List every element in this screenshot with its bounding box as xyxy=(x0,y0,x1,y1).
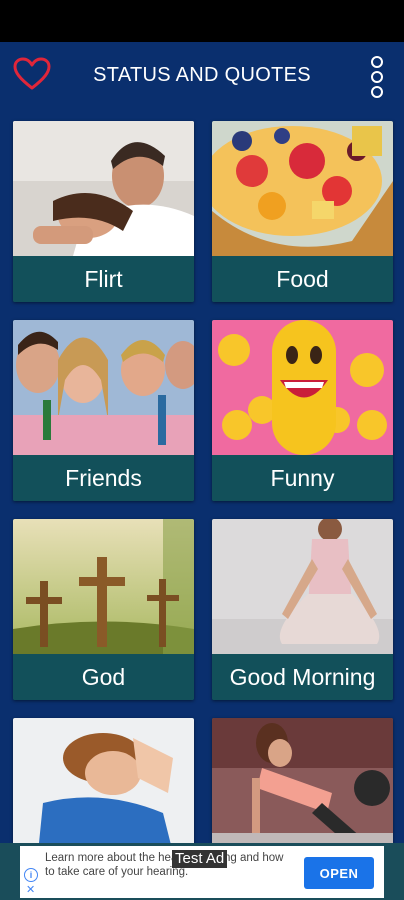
ad-open-button[interactable]: OPEN xyxy=(304,857,374,889)
good-morning-image xyxy=(212,519,393,654)
friends-image xyxy=(13,320,194,455)
app-bar: STATUS AND QUOTES xyxy=(0,42,404,108)
ad-content[interactable]: i ✕ Learn more about the healthy hearing… xyxy=(20,846,384,898)
category-label: Funny xyxy=(212,455,393,501)
category-label: Food xyxy=(212,256,393,302)
category-card-flirt[interactable]: Flirt xyxy=(13,121,194,302)
category-card-friends[interactable]: Friends xyxy=(13,320,194,501)
more-vert-icon[interactable] xyxy=(370,56,384,98)
category-label: Good Morning xyxy=(212,654,393,700)
ad-info-icon[interactable]: i xyxy=(24,868,38,882)
god-image xyxy=(13,519,194,654)
category-card-good-morning[interactable]: Good Morning xyxy=(212,519,393,700)
ad-banner: i ✕ Learn more about the healthy hearing… xyxy=(0,843,404,900)
status-bar xyxy=(0,0,404,42)
category-image xyxy=(212,718,393,853)
food-image xyxy=(212,121,393,256)
ad-close-icon[interactable]: ✕ xyxy=(26,883,35,896)
category-image xyxy=(13,718,194,853)
category-label: Friends xyxy=(13,455,194,501)
category-card-god[interactable]: God xyxy=(13,519,194,700)
category-card-food[interactable]: Food xyxy=(212,121,393,302)
category-grid: Flirt Food Friends Funny God Good Mornin… xyxy=(13,121,393,899)
category-label: Flirt xyxy=(13,256,194,302)
ad-test-badge: Test Ad xyxy=(172,850,228,868)
category-card-funny[interactable]: Funny xyxy=(212,320,393,501)
app-title: STATUS AND QUOTES xyxy=(93,64,311,86)
flirt-image xyxy=(13,121,194,256)
category-label: God xyxy=(13,654,194,700)
ad-text: Learn more about the healthy hearing and… xyxy=(45,852,284,878)
funny-image xyxy=(212,320,393,455)
